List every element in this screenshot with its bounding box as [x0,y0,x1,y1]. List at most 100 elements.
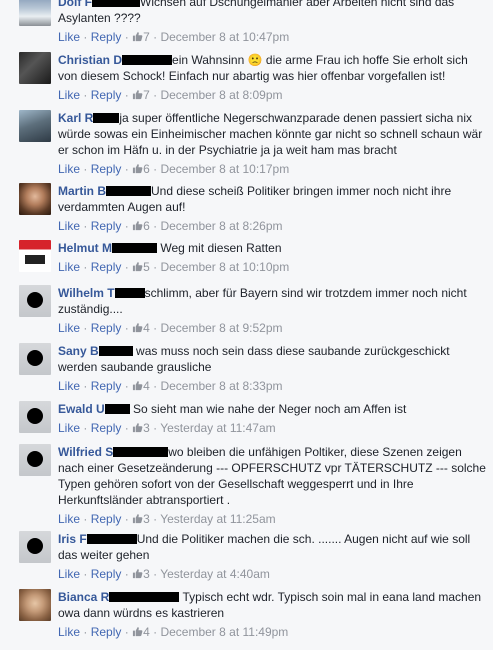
comment-author[interactable]: Dolf F [58,0,92,9]
like-count[interactable]: 4 [132,625,150,639]
like-count[interactable]: 6 [132,219,150,233]
name-redaction [114,288,145,298]
comment-text: Bianca R Typisch echt wdr. Typisch soin … [58,589,489,621]
like-link[interactable]: Like [58,30,80,44]
avatar[interactable] [19,401,51,433]
avatar[interactable] [19,240,51,272]
comment-timestamp[interactable]: December 8 at 8:33pm [160,379,282,393]
thumbs-up-icon [132,88,143,102]
avatar[interactable] [19,589,51,621]
comment-list: Dolf F Wichsen auf Dschungelmanier aber A… [0,0,493,650]
like-link[interactable]: Like [58,421,80,435]
avatar[interactable] [19,183,51,215]
like-link[interactable]: Like [58,260,80,274]
like-link[interactable]: Like [58,88,80,102]
separator: · [124,88,129,102]
comment-timestamp[interactable]: December 8 at 8:09pm [160,88,282,102]
comment-text: Martin B Und diese scheiß Politiker bring… [58,183,489,215]
reply-link[interactable]: Reply [91,512,122,526]
comment-author[interactable]: Wilfried S [58,445,113,459]
comment-text: Iris F Und die Politiker machen die sch. … [58,531,489,563]
reply-link[interactable]: Reply [91,625,122,639]
comment-author[interactable]: Wilhelm T [58,286,115,300]
like-link[interactable]: Like [58,379,80,393]
comment-body: Weg mit diesen Ratten [157,241,282,255]
thumbs-up-icon [132,30,143,44]
comment-author[interactable]: Helmut M [58,241,112,255]
avatar-redaction [27,451,43,467]
comment-text: Wilhelm Tschlimm, aber für Bayern sind w… [58,285,489,317]
like-count-value: 6 [143,219,150,233]
like-link[interactable]: Like [58,321,80,335]
like-count[interactable]: 6 [132,162,150,176]
separator: · [124,512,129,526]
separator: · [153,219,158,233]
like-link[interactable]: Like [58,219,80,233]
separator: · [83,321,88,335]
reply-link[interactable]: Reply [91,219,122,233]
avatar[interactable] [19,0,51,26]
like-count[interactable]: 7 [132,88,150,102]
like-count[interactable]: 4 [132,321,150,335]
avatar[interactable] [19,110,51,142]
reply-link[interactable]: Reply [91,88,122,102]
separator: · [153,512,158,526]
name-redaction [104,404,130,414]
comment-timestamp[interactable]: Yesterday at 11:47am [160,421,275,435]
separator: · [153,421,158,435]
separator: · [83,88,88,102]
reply-link[interactable]: Reply [91,260,122,274]
avatar[interactable] [19,343,51,375]
like-link[interactable]: Like [58,162,80,176]
comment-timestamp[interactable]: December 8 at 10:47pm [160,30,289,44]
avatar[interactable] [19,285,51,317]
separator: · [153,321,158,335]
comment-author[interactable]: Iris F [58,532,87,546]
like-link[interactable]: Like [58,512,80,526]
comment-author[interactable]: Sany B [58,344,99,358]
comment-actions: Like · Reply · 5 · December 8 at 10:10pm [58,259,489,275]
reply-link[interactable]: Reply [91,379,122,393]
like-count[interactable]: 7 [132,30,150,44]
separator: · [153,30,158,44]
like-count[interactable]: 3 [132,567,150,581]
comment-timestamp[interactable]: December 8 at 10:17pm [160,162,289,176]
comment-text: Ewald U So sieht man wie nahe der Neger … [58,401,489,417]
comment-body: So sieht man wie nahe der Neger noch am … [129,402,407,416]
avatar[interactable] [19,52,51,84]
avatar-redaction [27,408,43,424]
like-count[interactable]: 5 [132,260,150,274]
like-count-value: 3 [143,421,150,435]
comment-timestamp[interactable]: Yesterday at 11:25am [160,512,275,526]
reply-link[interactable]: Reply [91,567,122,581]
comment-timestamp[interactable]: Yesterday at 4:40am [160,567,270,581]
separator: · [153,260,158,274]
comment-timestamp[interactable]: December 8 at 11:49pm [160,625,288,639]
comment-timestamp[interactable]: December 8 at 9:52pm [160,321,282,335]
reply-link[interactable]: Reply [91,321,122,335]
reply-link[interactable]: Reply [91,162,122,176]
comment-actions: Like · Reply · 6 · December 8 at 10:17pm [58,161,489,177]
like-link[interactable]: Like [58,567,80,581]
comment-author[interactable]: Ewald U [58,402,105,416]
comment-author[interactable]: Martin B [58,184,106,198]
name-redaction [113,447,169,457]
reply-link[interactable]: Reply [91,421,122,435]
name-redaction [106,186,151,196]
comment-timestamp[interactable]: December 8 at 10:10pm [160,260,289,274]
like-count-value: 3 [143,567,150,581]
comment-timestamp[interactable]: December 8 at 8:26pm [160,219,282,233]
separator: · [124,421,129,435]
like-count[interactable]: 4 [132,379,150,393]
avatar[interactable] [19,531,51,563]
comment-author[interactable]: Karl R [58,111,93,125]
like-link[interactable]: Like [58,625,80,639]
avatar[interactable] [19,444,51,476]
like-count[interactable]: 3 [132,421,150,435]
reply-link[interactable]: Reply [91,30,122,44]
comment-author[interactable]: Christian D [58,53,122,67]
thumbs-up-icon [132,421,143,435]
comment-author[interactable]: Bianca R [58,590,109,604]
comment-text: Helmut M Weg mit diesen Ratten [58,240,489,256]
like-count[interactable]: 3 [132,512,150,526]
